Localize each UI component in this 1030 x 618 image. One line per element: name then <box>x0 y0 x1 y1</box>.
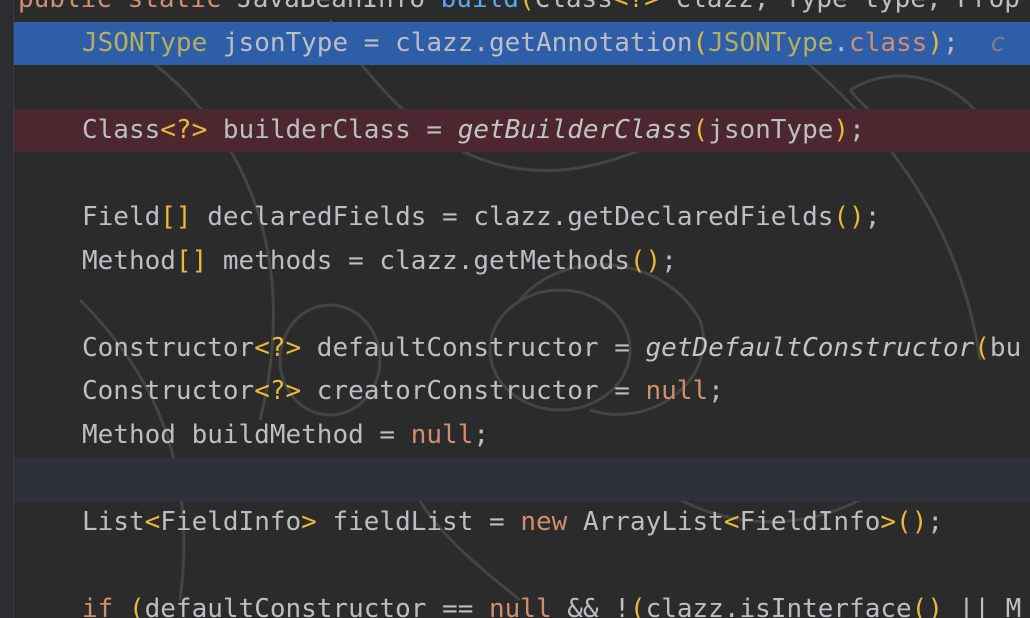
code-token: methods = clazz.getMethods <box>207 245 630 276</box>
code-token: () <box>629 245 662 276</box>
code-token: List <box>82 507 145 538</box>
code-token: getDefaultConstructor <box>645 332 975 363</box>
code-token: [] <box>160 201 192 232</box>
code-token: < <box>723 507 740 538</box>
code-token: ( <box>519 0 535 14</box>
code-token: <?> <box>254 376 302 407</box>
code-line[interactable] <box>0 283 1030 327</box>
code-token: Constructor <box>82 376 255 407</box>
code-token: > <box>301 507 317 538</box>
code-lines: public static JavaBeanInfo build(Class<?… <box>0 0 1030 618</box>
code-token: Constructor <box>82 332 255 363</box>
code-token: null <box>489 594 568 618</box>
code-token: <?> <box>160 114 208 145</box>
editor-gutter[interactable] <box>0 0 14 618</box>
code-token: null <box>410 419 474 450</box>
code-line[interactable] <box>0 457 1030 502</box>
code-line[interactable]: Constructor<?> creatorConstructor = null… <box>0 370 1030 414</box>
code-token: JSONType <box>82 27 208 58</box>
code-line[interactable]: Class<?> builderClass = getBuilderClass(… <box>0 108 1030 153</box>
code-token: getBuilderClass <box>457 114 693 145</box>
code-token: Field <box>82 201 161 232</box>
code-token: [] <box>175 245 208 276</box>
code-token: ) <box>927 27 943 58</box>
code-line[interactable]: Method[] methods = clazz.getMethods(); <box>0 240 1030 284</box>
code-token: clazz.isInterface <box>645 594 912 618</box>
code-token: builderClass = <box>207 114 458 145</box>
code-token: . <box>833 27 850 58</box>
code-token: () <box>911 594 943 618</box>
code-token: JSONType <box>708 27 834 58</box>
code-token: ArrayList <box>582 507 724 538</box>
code-token: defaultConstructor = <box>301 332 646 363</box>
code-token: FieldInfo <box>160 507 302 538</box>
code-token: || M <box>942 594 1022 618</box>
code-token: fieldList = <box>316 507 521 538</box>
code-token: ( <box>128 594 145 618</box>
code-editor[interactable]: public static JavaBeanInfo build(Class<?… <box>0 0 1030 618</box>
code-line[interactable] <box>0 65 1030 109</box>
code-token: ; <box>864 201 881 232</box>
code-token: ; <box>708 376 724 407</box>
code-token: JavaBeanInfo <box>237 0 441 14</box>
code-token: public <box>18 0 128 14</box>
code-token: ; <box>849 114 865 145</box>
code-token: declaredFields = clazz.getDeclaredFields <box>191 201 834 232</box>
code-token: ( <box>629 594 646 618</box>
code-line[interactable]: Constructor<?> defaultConstructor = getD… <box>0 327 1030 371</box>
code-token: < <box>144 507 161 538</box>
code-token: class <box>849 27 928 58</box>
code-token: ; <box>942 27 990 58</box>
code-line[interactable]: Method buildMethod = null; <box>0 414 1030 458</box>
code-token: ( <box>974 332 990 363</box>
code-token: <?> <box>613 0 660 14</box>
code-token: Method buildMethod = <box>82 419 411 450</box>
code-line[interactable] <box>0 545 1030 589</box>
code-token: static <box>128 0 238 14</box>
code-token: null <box>645 376 709 407</box>
code-token: >() <box>880 507 928 538</box>
code-token: Class <box>82 114 161 145</box>
code-token: new <box>520 507 583 538</box>
code-line[interactable]: JSONType jsonType = clazz.getAnnotation(… <box>0 21 1030 66</box>
code-line[interactable]: List<FieldInfo> fieldList = new ArrayLis… <box>0 501 1030 545</box>
code-token: bu <box>989 332 1022 363</box>
code-token: ( <box>692 114 709 145</box>
code-token: Method <box>82 245 176 276</box>
code-token: <?> <box>254 332 302 363</box>
code-line[interactable] <box>0 152 1030 196</box>
code-token: ; <box>473 419 490 450</box>
code-token: () <box>833 201 865 232</box>
code-token: ( <box>692 27 709 58</box>
code-token: build <box>441 0 519 14</box>
code-token: creatorConstructor = <box>301 376 646 407</box>
code-token: clazz, Type type, Prop <box>660 0 1019 14</box>
code-line[interactable]: Field[] declaredFields = clazz.getDeclar… <box>0 196 1030 240</box>
code-token: Class <box>535 0 613 14</box>
code-token: ; <box>927 507 944 538</box>
code-token: ) <box>833 114 850 145</box>
code-token: jsonType = clazz.getAnnotation <box>207 27 693 58</box>
code-token: if <box>82 594 129 618</box>
code-token: defaultConstructor == <box>144 594 489 618</box>
code-token: FieldInfo <box>739 507 881 538</box>
code-token: && ! <box>567 594 630 618</box>
code-token: jsonType <box>708 114 834 145</box>
code-token: ; <box>661 245 677 276</box>
code-line[interactable]: if (defaultConstructor == null && !(claz… <box>0 588 1030 618</box>
code-token: c <box>989 27 1006 58</box>
code-line[interactable]: public static JavaBeanInfo build(Class<?… <box>0 0 1030 22</box>
